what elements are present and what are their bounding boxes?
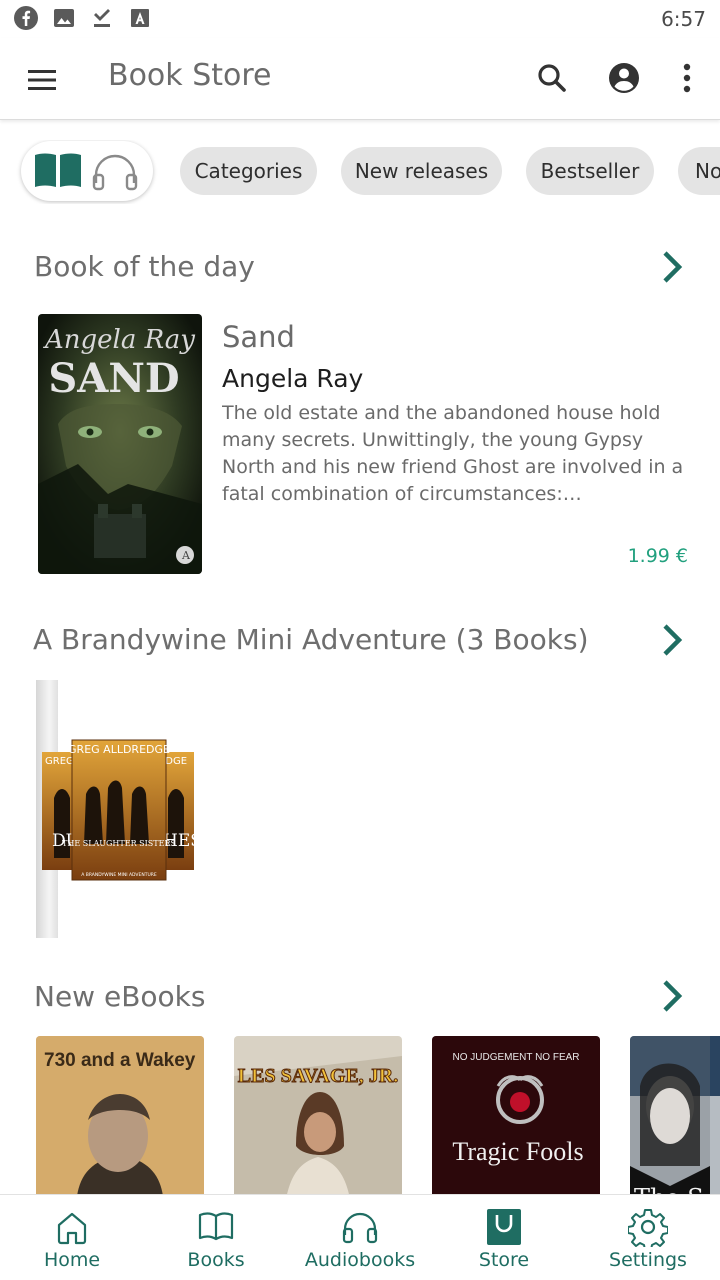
app-bar: Book Store [0, 38, 720, 120]
nav-item-books[interactable]: Books [144, 1195, 288, 1280]
shopping-bag-icon [487, 1209, 521, 1245]
book-title[interactable]: Sand [222, 320, 295, 354]
book-cover-730-wakey[interactable]: 730 and a Wakey [36, 1036, 204, 1196]
cover-art: 730 and a Wakey [36, 1036, 204, 1196]
section-title-bundle: A Brandywine Mini Adventure (3 Books) [33, 623, 589, 656]
chip-more[interactable]: No [678, 147, 720, 195]
new-ebooks-carousel[interactable]: 730 and a Wakey LES SAVAGE, JR. NO JUDGE… [0, 1036, 720, 1196]
book-open-icon [198, 1212, 234, 1241]
headphones-icon[interactable] [91, 153, 139, 191]
chip-bestseller[interactable]: Bestseller [526, 147, 654, 195]
status-time: 6:57 [661, 7, 706, 31]
page-title: Book Store [108, 58, 272, 93]
book-cover-the-s[interactable]: The S [630, 1036, 720, 1196]
font-icon [131, 9, 149, 27]
nav-label-home: Home [43, 1249, 101, 1271]
bundle-covers[interactable]: GREG DU TO REDGE S HES GREG ALLDREDGE TH… [40, 738, 200, 884]
chevron-right-icon[interactable] [656, 249, 688, 285]
book-cover-les-savage[interactable]: LES SAVAGE, JR. [234, 1036, 402, 1196]
chevron-right-icon[interactable] [656, 622, 688, 658]
nav-label-audiobooks: Audiobooks [304, 1249, 416, 1271]
chip-categories[interactable]: Categories [180, 147, 317, 195]
menu-button[interactable] [22, 60, 62, 100]
cover-art: LES SAVAGE, JR. [234, 1036, 402, 1196]
section-title-new-ebooks: New eBooks [34, 980, 206, 1013]
cover-tagline: NO JUDGEMENT NO FEAR [452, 1052, 579, 1063]
nav-label-settings: Settings [609, 1249, 687, 1271]
chip-new-releases[interactable]: New releases [341, 147, 502, 195]
book-cover-tragic-fools[interactable]: NO JUDGEMENT NO FEAR Tragic Fools [432, 1036, 600, 1196]
filter-row: Categories New releases Bestseller No [0, 140, 720, 204]
book-cover-sand[interactable]: A Angela Ray SAND [38, 314, 202, 574]
nav-label-books: Books [187, 1249, 245, 1271]
book-author: Angela Ray [222, 364, 364, 393]
book-price: 1.99 € [627, 545, 688, 567]
image-icon [54, 9, 74, 27]
chevron-right-icon[interactable] [656, 978, 688, 1014]
headphones-icon [342, 1212, 378, 1244]
cover-title: Tragic Fools [452, 1137, 583, 1166]
book-description: The old estate and the abandoned house h… [222, 402, 684, 505]
nav-item-settings[interactable]: Settings [576, 1195, 720, 1280]
book-icon[interactable] [33, 151, 83, 191]
front-cover-author: GREG ALLDREDGE [68, 743, 170, 756]
bottom-navigation: Home Books Audiobooks Store Settings [0, 1194, 720, 1280]
notification-icons [14, 6, 152, 30]
cover-title: SAND [48, 355, 179, 402]
account-icon[interactable] [604, 58, 644, 98]
download-done-icon [94, 9, 110, 27]
section-title-book-of-day: Book of the day [34, 250, 255, 283]
nav-label-store: Store [478, 1249, 530, 1271]
front-cover-subtitle: A BRANDYWINE MINI ADVENTURE [81, 872, 157, 878]
gear-icon [628, 1209, 668, 1247]
cover-title: LES SAVAGE, JR. [238, 1065, 398, 1087]
cover-art: NO JUDGEMENT NO FEAR Tragic Fools [432, 1036, 600, 1196]
more-vert-icon[interactable] [670, 58, 704, 98]
menu-icon [28, 70, 56, 90]
cover-art: The S [630, 1036, 720, 1196]
front-cover-title: THE SLAUGHTER SISTERS [62, 839, 176, 848]
nav-item-audiobooks[interactable]: Audiobooks [288, 1195, 432, 1280]
media-type-toggle[interactable] [21, 141, 153, 201]
facebook-icon [14, 6, 38, 30]
cover-author: Angela Ray [43, 325, 195, 355]
cover-art: A Angela Ray SAND [38, 314, 202, 574]
home-icon [57, 1212, 87, 1245]
left-cover-author: GREG [45, 756, 74, 767]
cover-title: 730 and a Wakey [44, 1050, 196, 1071]
search-icon[interactable] [532, 58, 572, 98]
status-bar: 6:57 [0, 0, 720, 38]
nav-item-store[interactable]: Store [432, 1195, 576, 1280]
nav-item-home[interactable]: Home [0, 1195, 144, 1280]
publisher-badge: A [181, 549, 191, 562]
